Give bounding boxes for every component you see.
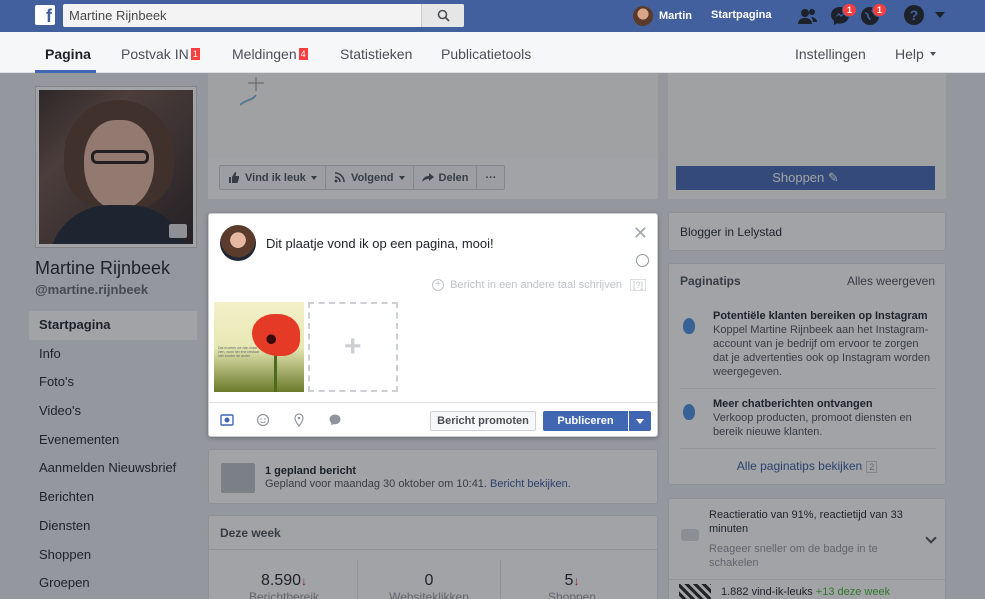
search-input[interactable]: Martine Rijnbeek [69, 8, 167, 23]
photo-icon[interactable] [220, 413, 234, 427]
tab-help[interactable]: Help [895, 46, 936, 62]
attached-image[interactable]: Dat moeten we dan maar zien, want het en… [214, 302, 304, 392]
search-box[interactable]: Martine Rijnbeek [63, 4, 464, 27]
publish-options-chevron-icon[interactable] [629, 411, 651, 431]
tab-postvak-in[interactable]: Postvak IN 1 [121, 46, 200, 62]
tab-label: Help [895, 46, 924, 62]
translate-label: Bericht in een andere taal schrijven [450, 279, 622, 291]
search-icon [437, 9, 450, 22]
post-composer-dialog: Dit plaatje vond ik op een pagina, mooi!… [208, 213, 658, 437]
tab-statistieken[interactable]: Statistieken [340, 46, 412, 62]
tab-label: Meldingen [232, 46, 297, 62]
messages-badge: 1 [842, 3, 858, 17]
feeling-icon[interactable] [256, 413, 270, 427]
top-navigation-bar: f Martine Rijnbeek Martin Startpagina 1 … [0, 0, 985, 32]
notifications-count-badge: 4 [298, 48, 308, 60]
account-menu-caret-icon[interactable] [935, 12, 945, 18]
avatar [220, 225, 256, 261]
write-other-language-link[interactable]: + Bericht in een andere taal schrijven [… [432, 279, 646, 291]
friend-requests-icon[interactable] [796, 4, 820, 28]
plus-circle-icon: + [432, 279, 445, 291]
home-link[interactable]: Startpagina [711, 9, 772, 21]
search-button[interactable] [421, 4, 464, 27]
poppy-stem [274, 352, 277, 392]
notifications-badge: 1 [872, 3, 888, 17]
tab-instellingen[interactable]: Instellingen [795, 46, 866, 62]
add-photo-button[interactable]: + [308, 302, 398, 392]
composer-footer: Bericht promoten Publiceren [209, 402, 657, 436]
user-name: Martin [659, 10, 692, 22]
avatar [633, 6, 653, 26]
close-icon[interactable]: ✕ [633, 224, 648, 242]
location-pin-icon[interactable] [292, 413, 306, 427]
plus-icon: + [344, 330, 362, 363]
help-icon[interactable]: ? [904, 5, 924, 25]
promote-post-button[interactable]: Bericht promoten [430, 411, 536, 431]
tab-publicatietools[interactable]: Publicatietools [441, 46, 531, 62]
publish-button[interactable]: Publiceren [543, 411, 628, 431]
inbox-badge: 1 [190, 48, 200, 60]
profile-link[interactable]: Martin [633, 6, 692, 26]
tab-meldingen[interactable]: Meldingen 4 [232, 46, 308, 62]
facebook-logo-icon[interactable]: f [35, 5, 55, 26]
emoji-icon[interactable] [636, 254, 649, 267]
page-navigation: Pagina Postvak IN 1 Meldingen 4 Statistiek… [0, 32, 985, 73]
tab-pagina[interactable]: Pagina [45, 46, 91, 62]
help-icon[interactable]: [?] [629, 279, 646, 291]
messenger-icon[interactable] [328, 413, 342, 427]
tab-label: Postvak IN [121, 46, 189, 62]
chevron-down-icon [929, 52, 936, 56]
post-text-input[interactable]: Dit plaatje vond ik op een pagina, mooi! [266, 236, 494, 251]
image-caption: Dat moeten we dan maar zien, want het en… [218, 346, 259, 358]
